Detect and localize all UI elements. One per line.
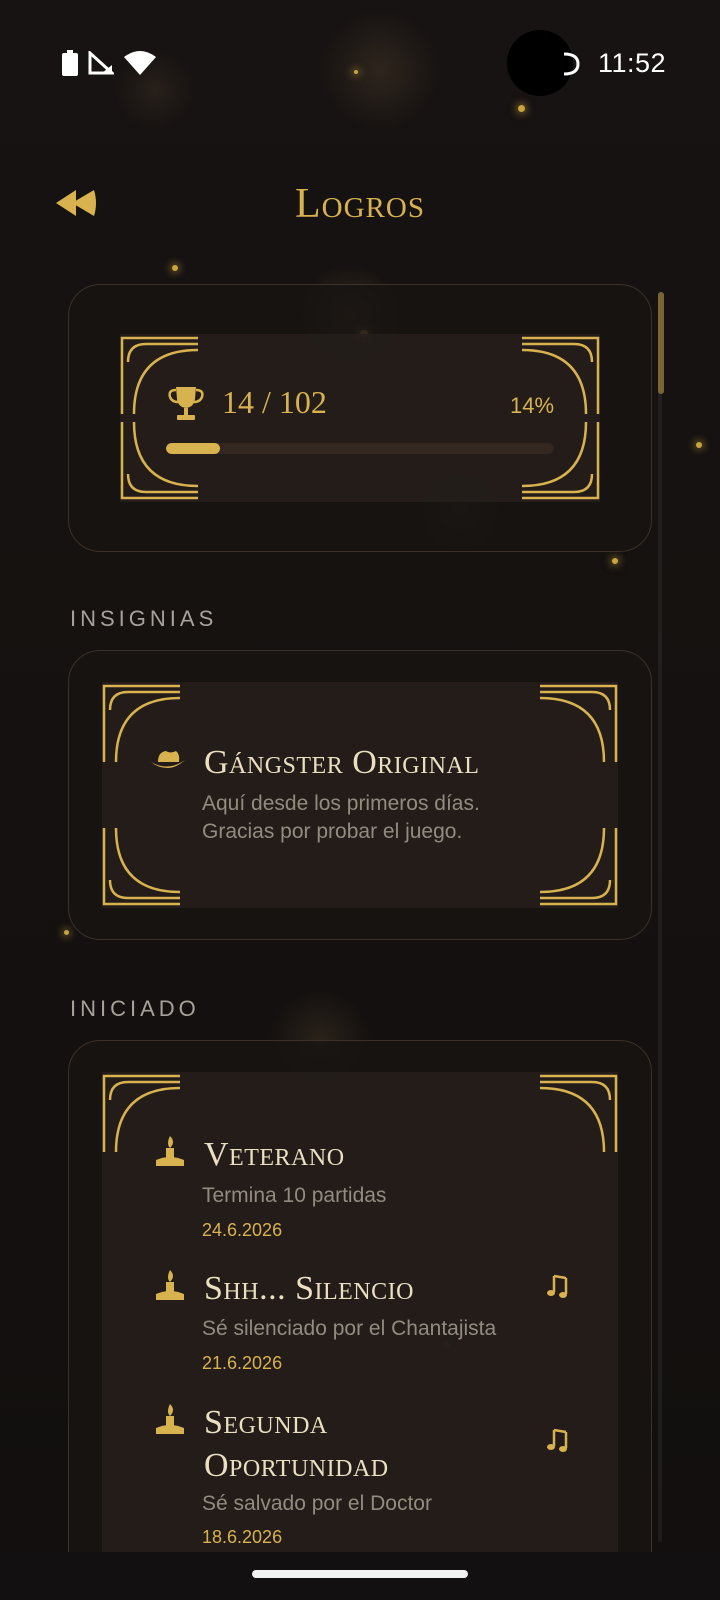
corner-ornament bbox=[521, 421, 600, 500]
achievement-percent: 14% bbox=[510, 393, 555, 418]
trophy-icon bbox=[168, 387, 204, 420]
candle-icon bbox=[156, 1270, 184, 1300]
page-title: Logros bbox=[295, 181, 425, 227]
achievement-title-line2: Oportunidad bbox=[204, 1447, 389, 1484]
clock: 11:52 bbox=[598, 48, 667, 78]
achievement-title: Shh... Silencio bbox=[204, 1270, 414, 1307]
music-note-icon[interactable] bbox=[546, 1272, 574, 1300]
badge-title: Gángster Original bbox=[204, 744, 480, 781]
progress-bar bbox=[166, 443, 554, 454]
corner-ornament bbox=[539, 1074, 618, 1153]
corner-ornament bbox=[102, 827, 181, 906]
ambient-particle bbox=[696, 442, 702, 448]
achievement-description: Sé silenciado por el Chantajista bbox=[202, 1317, 497, 1340]
corner-ornament bbox=[539, 827, 618, 906]
status-icons bbox=[62, 50, 156, 76]
corner-ornament bbox=[539, 684, 618, 763]
alarm-icon bbox=[563, 52, 580, 76]
corner-ornament bbox=[120, 421, 199, 500]
badge-description-line2: Gracias por probar el juego. bbox=[202, 820, 463, 843]
achievement-description: Sé salvado por el Doctor bbox=[202, 1492, 432, 1515]
fedora-hat-icon bbox=[151, 751, 185, 768]
achievement-description: Termina 10 partidas bbox=[202, 1184, 387, 1207]
achievement-title-line1: Segunda bbox=[204, 1404, 328, 1441]
wifi-icon bbox=[124, 51, 156, 75]
achievement-date: 24.6.2026 bbox=[202, 1220, 283, 1240]
badge-description-line1: Aquí desde los primeros días. bbox=[202, 792, 480, 815]
achievement-count: 14 / 102 bbox=[222, 384, 327, 420]
ambient-particle bbox=[172, 265, 178, 271]
candle-icon bbox=[156, 1404, 184, 1434]
scrollbar-track[interactable] bbox=[658, 292, 662, 1542]
signal-icon bbox=[88, 51, 114, 75]
achievement-date: 21.6.2026 bbox=[202, 1353, 283, 1373]
battery-icon bbox=[62, 50, 78, 76]
ambient-particle bbox=[64, 930, 69, 935]
scrollbar-thumb[interactable] bbox=[658, 292, 664, 394]
achievement-date: 18.6.2026 bbox=[202, 1527, 283, 1547]
home-gesture-pill[interactable] bbox=[252, 1570, 468, 1578]
status-bar: 11:52 bbox=[0, 0, 720, 130]
progress-bar-fill bbox=[166, 443, 221, 454]
music-note-icon[interactable] bbox=[546, 1426, 574, 1454]
achievement-title: Veterano bbox=[204, 1136, 345, 1173]
section-label-insignias: INSIGNIAS bbox=[70, 606, 218, 631]
ambient-particle bbox=[612, 558, 618, 564]
candle-icon bbox=[156, 1136, 184, 1166]
section-label-iniciado: INICIADO bbox=[70, 996, 200, 1021]
